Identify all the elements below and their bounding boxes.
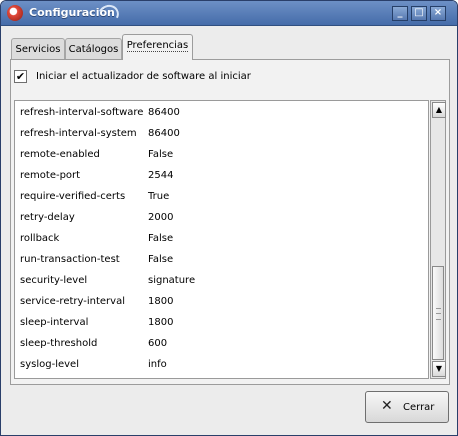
pref-key: refresh-interval-system <box>20 128 137 139</box>
minimize-button[interactable]: _ <box>392 6 408 21</box>
table-row[interactable]: run-transaction-test False <box>20 254 420 272</box>
maximize-button[interactable]: □ <box>411 6 427 21</box>
pref-key: sleep-interval <box>20 317 89 328</box>
auto-update-checkbox[interactable]: ✔ <box>14 70 27 83</box>
pref-value: info <box>148 359 167 370</box>
pref-key: refresh-interval-software <box>20 107 144 118</box>
tab-preferencias[interactable]: Preferencias <box>122 34 193 60</box>
table-row[interactable]: sleep-threshold 600 <box>20 338 420 356</box>
pref-value: 2544 <box>148 170 174 181</box>
pref-value: False <box>148 233 174 244</box>
pref-value: True <box>148 191 170 202</box>
pref-key: sleep-threshold <box>20 338 98 349</box>
scroll-thumb[interactable] <box>432 266 444 360</box>
app-icon <box>7 5 23 21</box>
pref-value: 2000 <box>148 212 174 223</box>
table-row[interactable]: refresh-interval-system 86400 <box>20 128 420 146</box>
auto-update-label[interactable]: Iniciar el actualizador de software al i… <box>36 71 251 82</box>
pref-value: signature <box>148 275 196 286</box>
scroll-thumb-grip-icon <box>436 308 441 320</box>
pref-value: 1800 <box>148 317 174 328</box>
pref-key: remote-enabled <box>20 149 100 160</box>
pref-key: remote-port <box>20 170 81 181</box>
table-row[interactable]: rollback False <box>20 233 420 251</box>
preferences-list[interactable]: refresh-interval-software 86400 refresh-i… <box>14 100 429 379</box>
pref-value: False <box>148 254 174 265</box>
vertical-scrollbar[interactable]: ▲ ▼ <box>430 100 446 379</box>
close-button[interactable]: ✕ Cerrar <box>365 391 449 423</box>
close-button-label: Cerrar <box>403 402 435 413</box>
scroll-down-arrow-icon[interactable]: ▼ <box>432 361 446 377</box>
pref-value: 1800 <box>148 296 174 307</box>
table-row[interactable]: retry-delay 2000 <box>20 212 420 230</box>
table-row[interactable]: remote-enabled False <box>20 149 420 167</box>
pref-value: 86400 <box>148 128 180 139</box>
settings-window: Configuración _ □ × Servicios Catálogos … <box>0 0 458 436</box>
pref-key: retry-delay <box>20 212 75 223</box>
pref-value: False <box>148 149 174 160</box>
table-row[interactable]: syslog-level info <box>20 359 420 377</box>
pref-key: rollback <box>20 233 60 244</box>
close-window-button[interactable]: × <box>430 6 446 21</box>
title-bar[interactable]: Configuración _ □ × <box>1 1 457 28</box>
table-row[interactable]: refresh-interval-software 86400 <box>20 107 420 125</box>
table-row[interactable]: service-retry-interval 1800 <box>20 296 420 314</box>
pref-value: 86400 <box>148 107 180 118</box>
table-row[interactable]: remote-port 2544 <box>20 170 420 188</box>
pref-key: security-level <box>20 275 88 286</box>
table-row[interactable]: security-level signature <box>20 275 420 293</box>
tab-servicios[interactable]: Servicios <box>11 38 65 59</box>
pref-key: require-verified-certs <box>20 191 126 202</box>
tab-preferencias-label: Preferencias <box>126 40 189 52</box>
close-icon: ✕ <box>381 398 393 414</box>
table-row[interactable]: require-verified-certs True <box>20 191 420 209</box>
table-row[interactable]: sleep-interval 1800 <box>20 317 420 335</box>
pref-key: service-retry-interval <box>20 296 125 307</box>
pref-value: 600 <box>148 338 168 349</box>
pref-key: run-transaction-test <box>20 254 120 265</box>
pref-key: syslog-level <box>20 359 79 370</box>
tab-catalogos[interactable]: Catálogos <box>65 38 122 59</box>
scroll-up-arrow-icon[interactable]: ▲ <box>432 102 446 118</box>
